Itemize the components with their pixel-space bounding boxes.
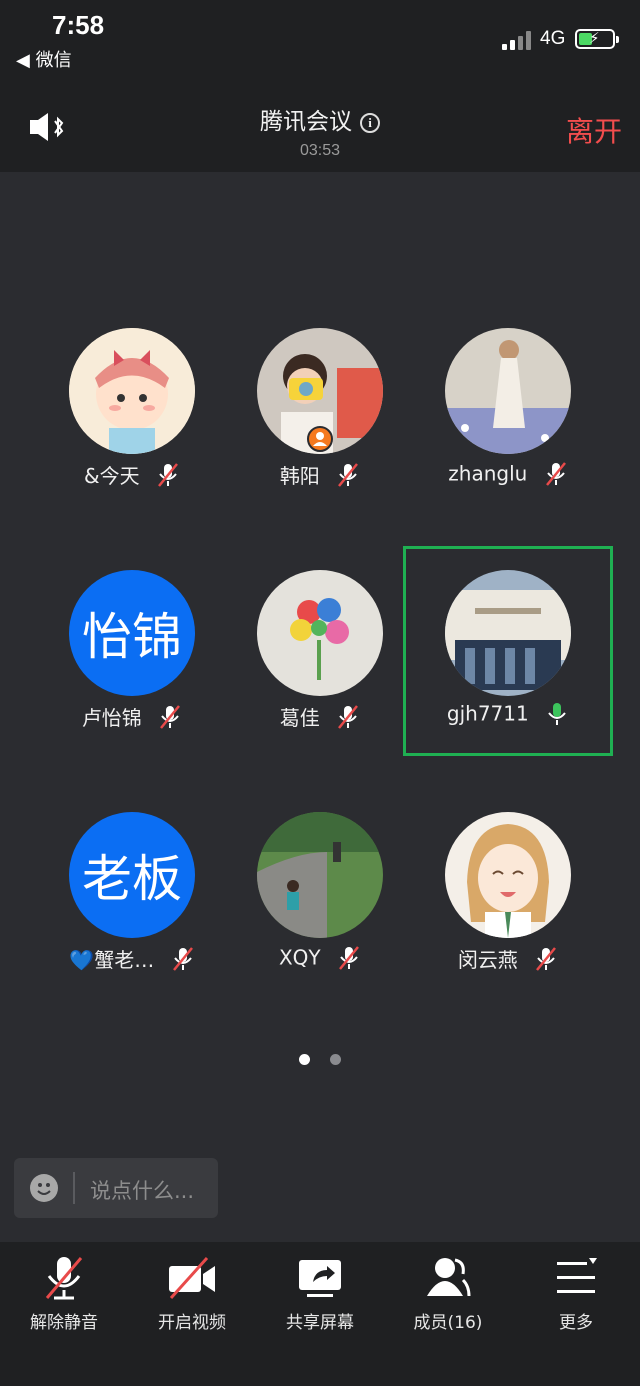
mic-active-icon (548, 702, 566, 725)
divider (73, 1172, 75, 1204)
more-button[interactable]: 更多 (512, 1242, 640, 1386)
host-icon (307, 426, 333, 452)
participant-name: zhanglu (448, 461, 528, 486)
avatar (69, 328, 195, 454)
avatar (445, 328, 571, 454)
battery-icon: ⚡ (575, 29, 619, 49)
participant-name: &今天 (84, 464, 140, 488)
participant-tile[interactable]: 闵云燕 (403, 796, 613, 1006)
participant-tile[interactable]: &今天 (27, 312, 237, 522)
leave-button[interactable]: 离开 (566, 110, 622, 150)
participant-tile-active-speaker[interactable]: gjh7711 (403, 546, 613, 756)
participant-grid: &今天 韩阳 zhanglu 怡锦 卢怡锦 葛佳 gjh7711 老板 💙蟹老…… (0, 172, 640, 1242)
status-bar: 7:58 ◀ 微信 4G ⚡ (0, 0, 640, 80)
page-dot[interactable] (329, 1054, 341, 1065)
participant-tile[interactable]: 老板 💙蟹老… (27, 796, 237, 1006)
participant-tile[interactable]: 怡锦 卢怡锦 (27, 554, 237, 764)
members-label: 成员(16) (413, 1313, 483, 1333)
mic-muted-icon (338, 462, 359, 487)
mic-muted-icon (158, 462, 178, 487)
mic-muted-icon (338, 704, 359, 729)
avatar: 怡锦 (69, 570, 195, 696)
share-screen-button[interactable]: 共享屏幕 (256, 1242, 384, 1386)
video-off-icon (169, 1256, 215, 1300)
chat-input[interactable]: 说点什么... (14, 1158, 218, 1218)
page-indicator[interactable] (0, 1050, 640, 1069)
participant-name: 葛佳 (279, 706, 320, 730)
mic-muted-icon (339, 945, 359, 970)
participant-name: 💙蟹老… (69, 948, 155, 972)
share-screen-label: 共享屏幕 (286, 1313, 354, 1333)
meeting-header: 腾讯会议 i 03:53 离开 (0, 80, 640, 172)
members-button[interactable]: 成员(16) (384, 1242, 512, 1386)
network-type: 4G (540, 28, 566, 49)
mic-muted-icon (536, 946, 557, 971)
avatar (445, 812, 571, 938)
chat-placeholder: 说点什么... (90, 1179, 195, 1203)
meeting-toolbar: 解除静音 开启视频 共享屏幕 成员(16) 更多 (0, 1242, 640, 1386)
meeting-title[interactable]: 腾讯会议 i (0, 102, 640, 136)
unmute-label: 解除静音 (30, 1313, 98, 1333)
page-dot-active[interactable] (299, 1054, 311, 1065)
mic-muted-icon (160, 704, 181, 729)
participant-name: XQY (278, 945, 321, 970)
participant-tile[interactable]: 葛佳 (215, 554, 425, 764)
participant-tile[interactable]: zhanglu (403, 312, 613, 522)
participant-name: 卢怡锦 (81, 706, 142, 730)
participant-name: gjh7711 (446, 701, 529, 726)
participant-tile[interactable]: 韩阳 (215, 312, 425, 522)
avatar (257, 570, 383, 696)
clock: 7:58 (52, 10, 105, 40)
emoji-icon[interactable] (30, 1174, 58, 1202)
members-icon (427, 1258, 471, 1297)
start-video-button[interactable]: 开启视频 (128, 1242, 256, 1386)
signal-icon (502, 30, 534, 50)
back-to-wechat-link[interactable]: ◀ 微信 (16, 46, 72, 72)
avatar (257, 812, 383, 938)
avatar (445, 570, 571, 696)
participant-name: 闵云燕 (457, 948, 518, 972)
participant-tile[interactable]: XQY (215, 796, 425, 1006)
unmute-button[interactable]: 解除静音 (0, 1242, 128, 1386)
mic-muted-icon (545, 461, 566, 486)
info-icon[interactable]: i (360, 113, 380, 133)
avatar: 老板 (69, 812, 195, 938)
start-video-label: 开启视频 (158, 1313, 226, 1333)
meeting-duration: 03:53 (299, 142, 341, 159)
share-screen-icon (299, 1260, 341, 1297)
more-label: 更多 (559, 1313, 593, 1333)
participant-name: 韩阳 (279, 464, 320, 488)
more-menu-icon (557, 1258, 597, 1293)
mic-muted-icon (172, 946, 193, 971)
mic-muted-icon (45, 1257, 83, 1300)
